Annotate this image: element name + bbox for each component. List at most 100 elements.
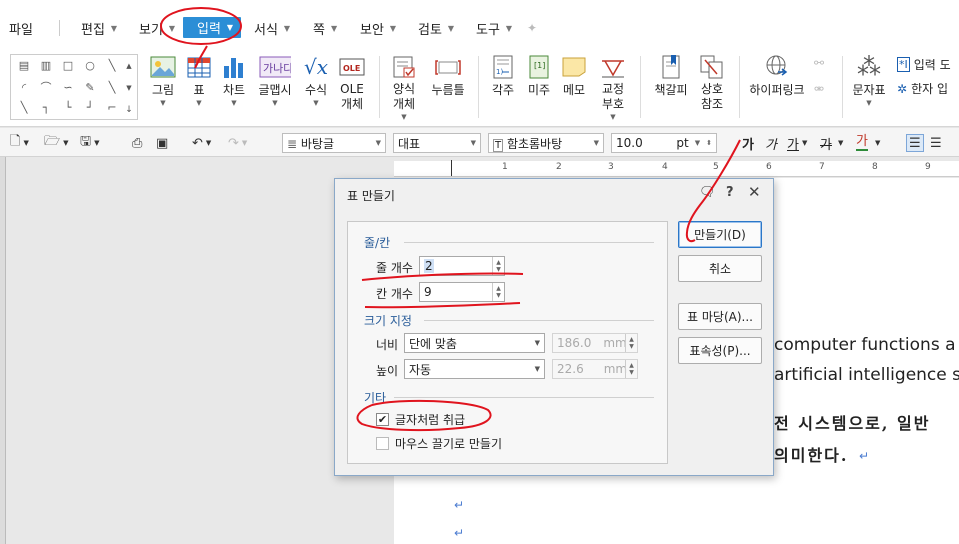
- ribbon-divider: [640, 56, 641, 118]
- chevron-down-icon: ▼: [283, 23, 291, 33]
- pen-shape-icon[interactable]: ✎: [81, 81, 99, 95]
- document-text-line: artificial intelligence s: [774, 365, 959, 385]
- align-justify-icon[interactable]: ☰: [906, 134, 924, 152]
- menu-edit[interactable]: 편집 ▼: [81, 18, 117, 38]
- stepper-arrows-icon[interactable]: ▲ ▼: [492, 283, 504, 301]
- field-button[interactable]: 누름틀: [430, 52, 466, 98]
- chevron-down-icon[interactable]: ▼: [838, 134, 843, 152]
- connector-shape-icon[interactable]: ⌐: [103, 101, 121, 115]
- endnote-button[interactable]: [1] 미주: [524, 52, 554, 98]
- chevron-down-icon: ▼: [593, 139, 599, 147]
- font-size-select[interactable]: 10.0 pt ▼ ⬍: [611, 133, 717, 153]
- table-wizard-button[interactable]: 표 마당(A)...: [678, 303, 762, 330]
- insert-ole-button[interactable]: OLE OLE 개체: [336, 52, 368, 112]
- font-color-button[interactable]: 가: [856, 134, 868, 151]
- form-object-button[interactable]: 양식 개체 ▼: [388, 52, 420, 122]
- scroll-up-icon[interactable]: ▲: [123, 59, 135, 73]
- rows-stepper[interactable]: 2 ▲ ▼: [419, 256, 505, 276]
- treat-as-char-checkbox[interactable]: ✔ 글자처럼 취급: [376, 411, 465, 428]
- connector-shape-icon[interactable]: ┘: [81, 101, 99, 115]
- line-shape-icon[interactable]: ╲: [103, 59, 121, 73]
- stepper-arrows-icon[interactable]: ▲ ▼: [492, 257, 504, 275]
- align-left-icon[interactable]: ☰: [930, 134, 942, 152]
- textbox-shape-icon[interactable]: ▤: [15, 59, 33, 73]
- mouse-drag-checkbox[interactable]: 마우스 끌기로 만들기: [376, 435, 502, 452]
- extension-icon[interactable]: ✦: [527, 21, 543, 35]
- chevron-down-icon: ▼: [196, 99, 202, 107]
- connector-shape-icon[interactable]: └: [59, 101, 77, 115]
- shapes-gallery[interactable]: ▤ ▥ □ ○ ╲ ◜ ⌒ ∽ ✎ ╲ ╲ ┐ └ ┘ ⌐ ▲ ▼ ↓: [10, 54, 138, 120]
- insert-picture-button[interactable]: 그림 ▼: [148, 52, 178, 108]
- height-value-stepper[interactable]: 22.6 mm ▲ ▼: [552, 359, 638, 379]
- curve-shape-icon[interactable]: ∽: [59, 81, 77, 95]
- chevron-down-icon[interactable]: ▼: [875, 134, 880, 152]
- dialog-panel: 줄/칸 줄 개수 2 ▲ ▼ 칸 개수 9 ▲ ▼ 크기 지정 너비 단에 맞춤 ▼ 18…: [347, 221, 668, 464]
- menu-page[interactable]: 쪽 ▼: [313, 18, 337, 38]
- ribbon: ▤ ▥ □ ○ ╲ ◜ ⌒ ∽ ✎ ╲ ╲ ┐ └ ┘ ⌐ ▲ ▼ ↓ 그림 ▼…: [0, 48, 959, 127]
- menu-view[interactable]: 보기 ▼: [139, 18, 175, 38]
- menu-insert[interactable]: 입력 ▼: [183, 17, 242, 38]
- polygon-shape-icon[interactable]: ⌒: [37, 81, 55, 95]
- menu-review[interactable]: 검토 ▼: [418, 18, 454, 38]
- redo-icon[interactable]: ↷ ▼: [228, 134, 247, 152]
- symbol-button[interactable]: ⁂ 문자표 ▼: [850, 52, 888, 108]
- memo-button[interactable]: 메모: [558, 52, 590, 98]
- menu-security[interactable]: 보안 ▼: [360, 18, 396, 38]
- font-select[interactable]: T 함초롬바탕 ▼: [488, 133, 604, 153]
- underline-button[interactable]: 가: [787, 134, 799, 153]
- insert-equation-button[interactable]: √x 수식 ▼: [300, 52, 332, 108]
- menu-tools[interactable]: 도구 ▼: [476, 18, 512, 38]
- connector-shape-icon[interactable]: ╲: [103, 81, 121, 95]
- ruler-number: 9: [925, 162, 931, 172]
- indent-marker[interactable]: [451, 160, 452, 176]
- cancel-button[interactable]: 취소: [678, 255, 762, 282]
- table-properties-button[interactable]: 표속성(P)...: [678, 337, 762, 364]
- menu-format[interactable]: 서식 ▼: [254, 18, 290, 38]
- height-mode-select[interactable]: 자동 ▼: [404, 359, 545, 379]
- save-icon[interactable]: 🖫 ▼: [80, 134, 99, 152]
- create-button[interactable]: 만들기(D): [678, 221, 762, 248]
- connector-shape-icon[interactable]: ┐: [37, 101, 55, 115]
- bookmark-icon: [655, 52, 687, 82]
- comment-icon[interactable]: 🗨: [699, 185, 716, 200]
- close-icon[interactable]: ✕: [748, 183, 761, 201]
- width-value-stepper[interactable]: 186.0 mm ▲ ▼: [552, 333, 638, 353]
- help-icon[interactable]: ?: [726, 185, 734, 200]
- footnote-button[interactable]: 1) 각주: [488, 52, 518, 98]
- insert-table-button[interactable]: 표 ▼: [184, 52, 214, 108]
- chevron-down-icon: ▼: [866, 99, 872, 107]
- insert-wordart-button[interactable]: 가나다 글맵시 ▼: [255, 52, 295, 108]
- expand-gallery-icon[interactable]: ↓: [123, 103, 135, 117]
- bookmark-button[interactable]: 책갈피: [652, 52, 690, 98]
- hyperlink-button[interactable]: 하이퍼링크: [746, 52, 808, 98]
- hanja-input-button[interactable]: ✲ 한자 입: [897, 80, 948, 97]
- print-icon[interactable]: ⎙: [132, 134, 142, 152]
- unlink-icon: ⚮: [814, 82, 825, 96]
- vertical-textbox-shape-icon[interactable]: ▥: [37, 59, 55, 73]
- dialog-title: 표 만들기: [347, 189, 395, 203]
- cross-reference-button[interactable]: 상호 참조: [696, 52, 728, 112]
- chevron-down-icon[interactable]: ▼: [802, 134, 807, 152]
- undo-icon[interactable]: ↶ ▼: [192, 134, 211, 152]
- open-folder-icon[interactable]: 🗁 ▼: [44, 134, 69, 152]
- ellipse-shape-icon[interactable]: ○: [81, 59, 99, 73]
- scroll-down-icon[interactable]: ▼: [123, 81, 135, 95]
- print-preview-icon[interactable]: ▣: [156, 134, 168, 152]
- menu-file[interactable]: 파일: [9, 18, 33, 38]
- arc-shape-icon[interactable]: ◜: [15, 81, 33, 95]
- new-document-icon[interactable]: 🗋 ▼: [10, 134, 29, 152]
- strikethrough-button[interactable]: 가: [820, 134, 832, 153]
- input-tool-button[interactable]: *I 입력 도: [897, 56, 951, 73]
- cols-stepper[interactable]: 9 ▲ ▼: [419, 282, 505, 302]
- horizontal-ruler[interactable]: 1 2 3 4 5 6 7 8 9: [394, 160, 959, 177]
- bold-button[interactable]: 가: [742, 134, 754, 153]
- italic-button[interactable]: 가: [765, 134, 777, 153]
- connector-shape-icon[interactable]: ╲: [15, 101, 33, 115]
- proofreading-mark-button[interactable]: 교정 부호 ▼: [597, 52, 629, 122]
- language-select[interactable]: 대표 ▼: [393, 133, 481, 153]
- paragraph-style-select[interactable]: ≣ 바탕글 ▼: [282, 133, 386, 153]
- field-icon: [432, 52, 464, 82]
- rectangle-shape-icon[interactable]: □: [59, 59, 77, 73]
- insert-chart-button[interactable]: 차트 ▼: [218, 52, 250, 108]
- width-mode-select[interactable]: 단에 맞춤 ▼: [404, 333, 545, 353]
